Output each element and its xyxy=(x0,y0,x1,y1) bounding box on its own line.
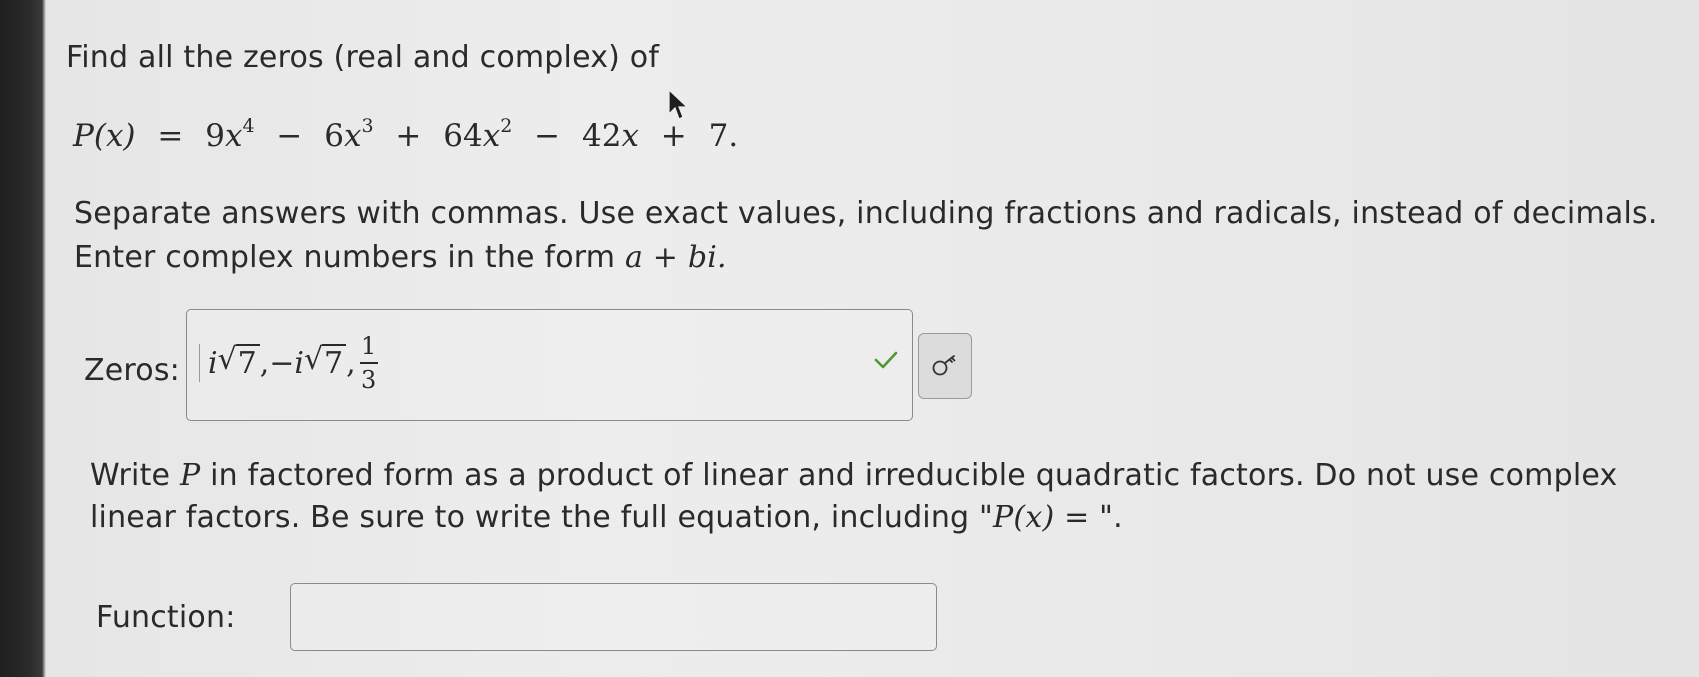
complex-form: a + bi. xyxy=(624,240,727,275)
answer-key-button[interactable] xyxy=(918,333,972,399)
fraction: 1 3 xyxy=(359,332,378,394)
factor-instructions-line-2: linear factors. Be sure to write the ful… xyxy=(90,500,1123,535)
eq-lhs: P(x) xyxy=(73,118,136,154)
zeros-input[interactable]: i √ 7 , − i √ 7 , 1 3 xyxy=(186,309,913,421)
instructions-line-2: Enter complex numbers in the form a + bi… xyxy=(74,240,727,275)
function-input[interactable] xyxy=(290,583,937,651)
mouse-cursor-icon xyxy=(668,88,689,120)
key-icon xyxy=(932,355,956,376)
check-icon xyxy=(874,351,898,369)
eq-term4: 42x xyxy=(582,118,639,154)
eq-term3: 64x2 xyxy=(443,115,513,155)
factor-instructions-line-1: Write P in factored form as a product of… xyxy=(90,458,1618,493)
eq-term2: 6x3 xyxy=(324,115,374,155)
zeros-label: Zeros: xyxy=(84,353,180,388)
function-label: Function: xyxy=(96,600,236,635)
instructions-line-1: Separate answers with commas. Use exact … xyxy=(74,196,1658,231)
zeros-input-value: i √ 7 , − i √ 7 , 1 3 xyxy=(199,332,378,394)
polynomial-equation: P(x) = 9x4 − 6x3 + 64x2 − 42x + 7. xyxy=(73,115,739,155)
eq-term1: 9x4 xyxy=(205,115,255,155)
question-prompt: Find all the zeros (real and complex) of xyxy=(66,40,660,75)
eq-constant: 7. xyxy=(708,118,739,154)
question-panel: Find all the zeros (real and complex) of… xyxy=(46,0,1699,677)
